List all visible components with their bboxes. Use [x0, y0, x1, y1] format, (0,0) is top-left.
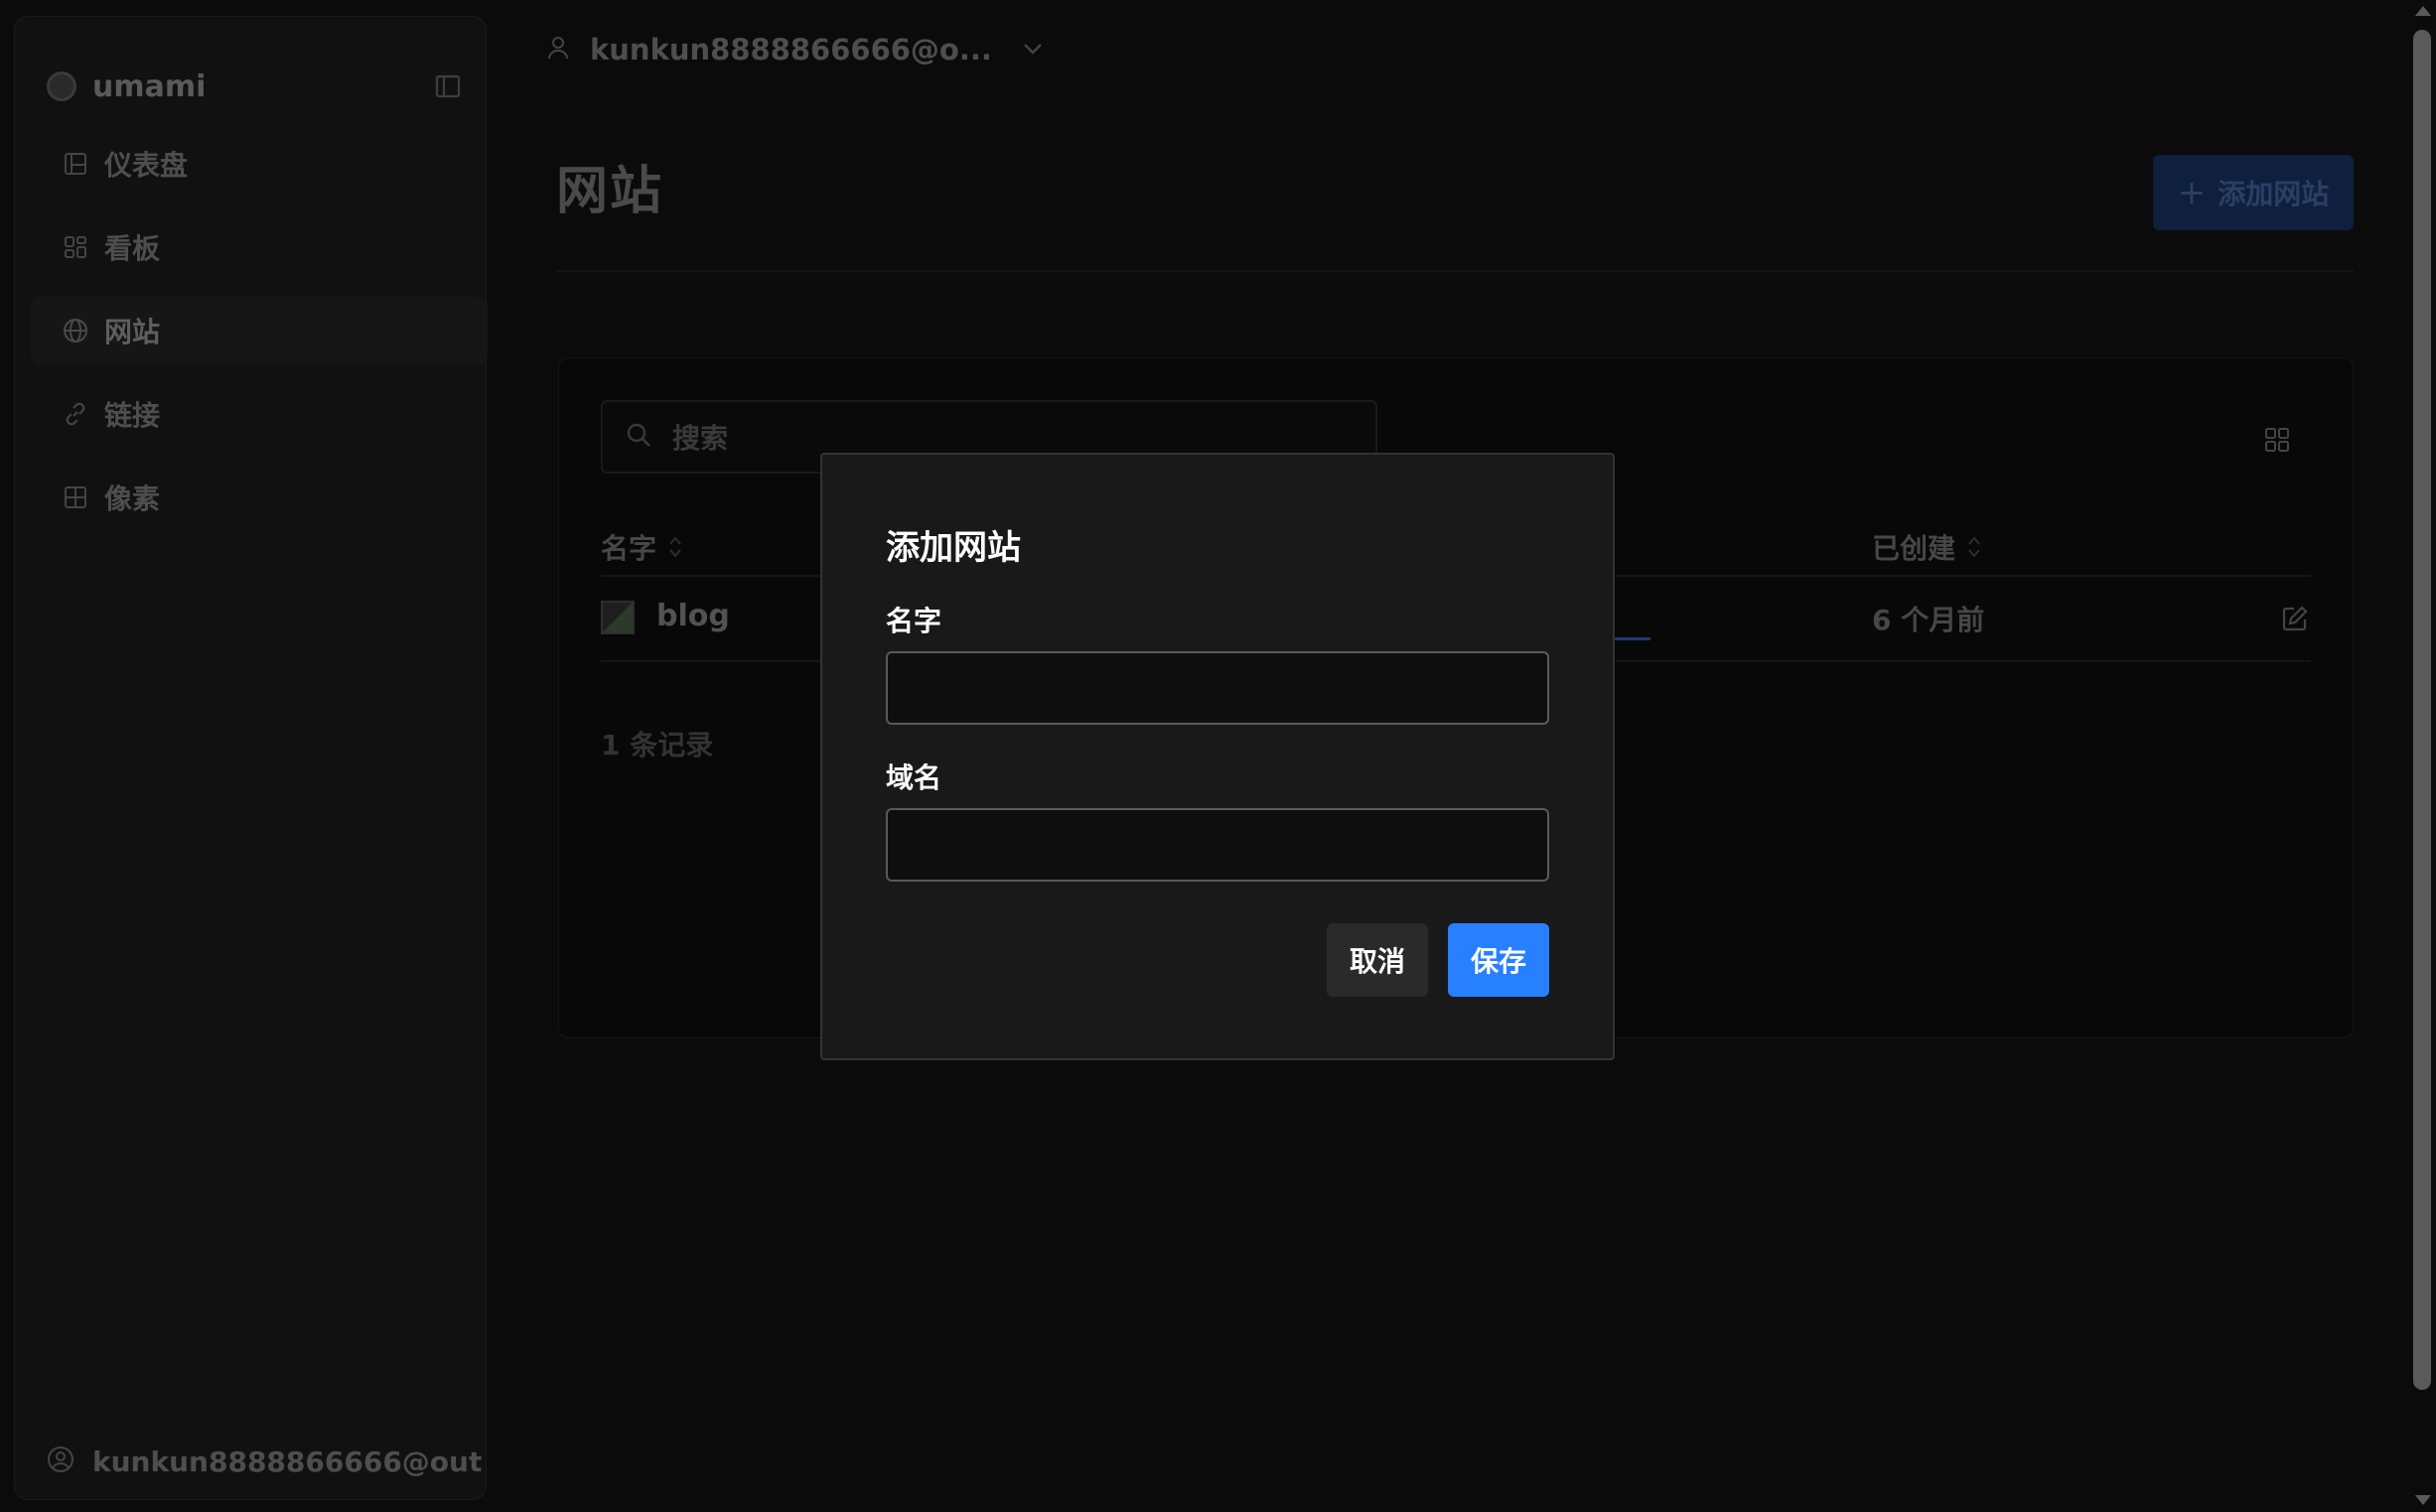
scrollbar-thumb[interactable]: [2413, 30, 2431, 1390]
scroll-up-arrow-icon[interactable]: [2415, 6, 2431, 16]
column-header-label: 名字: [601, 532, 657, 565]
dashboard-icon: [63, 151, 88, 177]
globe-icon: [63, 318, 88, 344]
boards-icon: [63, 234, 88, 260]
page-title: 网站: [556, 162, 664, 221]
sidebar-item-pixels[interactable]: 像素: [31, 464, 488, 531]
domain-field-label: 域名: [886, 761, 942, 794]
sidebar-collapse-button[interactable]: [424, 63, 472, 110]
sidebar-item-label: 像素: [104, 482, 161, 515]
view-toggle-button[interactable]: [2257, 420, 2297, 460]
column-header-label: 已创建: [1872, 532, 1956, 565]
sidebar-panel-icon: [435, 74, 461, 98]
website-name-link[interactable]: blog: [656, 599, 730, 633]
website-favicon: [601, 601, 635, 634]
sidebar-item-dashboard[interactable]: 仪表盘: [31, 130, 488, 198]
edit-icon: [2282, 606, 2308, 631]
column-header-created[interactable]: 已创建: [1872, 517, 1981, 577]
user-circle-icon: [47, 1445, 74, 1477]
sidebar-item-label: 网站: [104, 316, 161, 348]
name-field[interactable]: [886, 651, 1549, 725]
cancel-button[interactable]: 取消: [1327, 923, 1428, 997]
sidebar: umami 仪表盘 看板 网站 链接 像素 kunkun8888866666@o…: [14, 16, 488, 1500]
user-icon: [546, 35, 570, 65]
edit-website-button[interactable]: [2277, 601, 2313, 636]
scroll-down-arrow-icon[interactable]: [2415, 1495, 2431, 1505]
save-button[interactable]: 保存: [1448, 923, 1549, 997]
header-divider: [556, 270, 2354, 272]
plus-icon: +: [2177, 173, 2207, 212]
header-user-email: kunkun8888866666@o...: [590, 33, 992, 67]
sidebar-item-label: 链接: [104, 399, 161, 432]
app-window: umami 仪表盘 看板 网站 链接 像素 kunkun8888866666@o…: [0, 0, 2436, 1512]
sidebar-item-websites[interactable]: 网站: [31, 297, 488, 364]
sidebar-item-boards[interactable]: 看板: [31, 213, 488, 281]
record-count: 1 条记录: [601, 729, 714, 761]
grid-view-icon: [2265, 428, 2289, 452]
name-field-label: 名字: [886, 605, 942, 637]
scrollbar[interactable]: [2409, 0, 2436, 1512]
modal-accent-line: [1615, 637, 1650, 640]
sort-icon: [1967, 534, 1981, 560]
pixel-grid-icon: [63, 484, 88, 510]
website-created-date: 6 个月前: [1872, 604, 1985, 636]
sidebar-item-links[interactable]: 链接: [31, 380, 488, 448]
link-icon: [63, 401, 88, 427]
add-website-dialog: 添加网站 名字 域名 取消 保存: [820, 453, 1650, 1060]
column-header-name[interactable]: 名字: [601, 517, 682, 577]
chevron-down-icon: [1022, 41, 1044, 60]
add-website-button[interactable]: + 添加网站: [2153, 155, 2354, 230]
sidebar-item-label: 仪表盘: [104, 149, 189, 182]
search-icon: [625, 421, 652, 453]
sidebar-item-label: 看板: [104, 232, 161, 265]
sort-icon: [668, 534, 682, 560]
sidebar-user-email: kunkun8888866666@outlook.com: [92, 1444, 484, 1478]
brand-name: umami: [92, 69, 207, 104]
domain-field[interactable]: [886, 808, 1549, 882]
dialog-title: 添加网站: [886, 528, 1021, 568]
umami-logo-icon: [47, 71, 76, 101]
search-placeholder: 搜索: [672, 422, 729, 455]
add-website-button-label: 添加网站: [2218, 178, 2330, 210]
header-user-menu[interactable]: kunkun8888866666@o...: [546, 28, 1044, 71]
brand[interactable]: umami: [47, 67, 206, 106]
sidebar-user-menu[interactable]: kunkun8888866666@outlook.com: [47, 1437, 484, 1486]
